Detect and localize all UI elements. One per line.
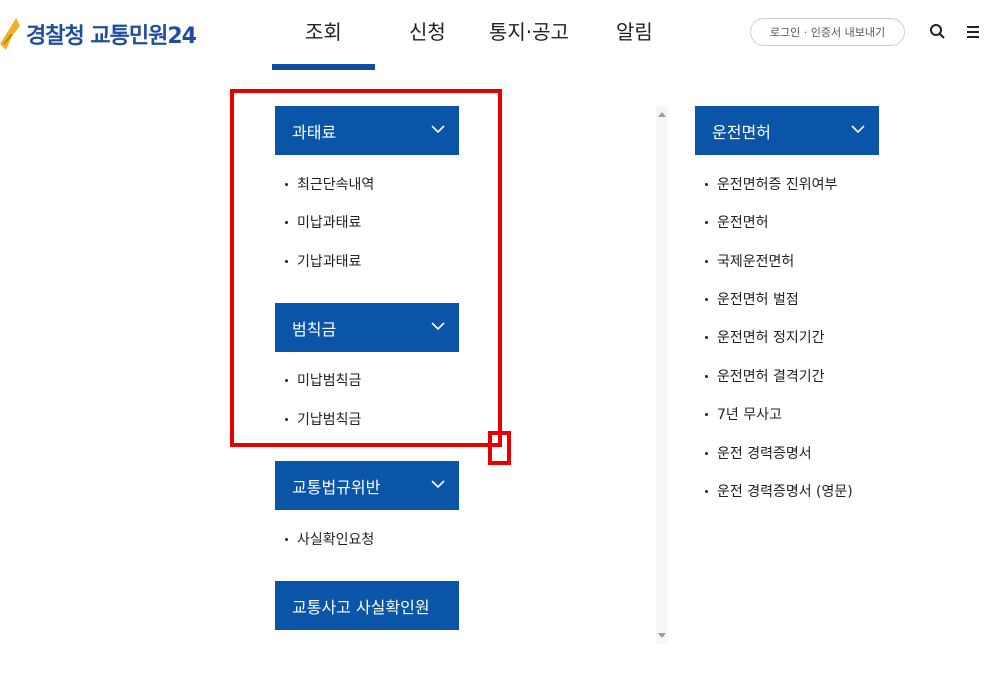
nav-item-notice[interactable]: 통지·공고: [489, 16, 569, 45]
bullet: [705, 412, 708, 416]
menu-link-suspension-period[interactable]: 운전면허 정지기간: [705, 327, 825, 347]
category-accident-title: 교통사고 사실확인원: [292, 597, 430, 617]
link-label: 운전면허 정지기간: [717, 330, 825, 346]
menu-link-driving-record[interactable]: 운전 경력증명서: [705, 443, 812, 463]
link-label: 국제운전면허: [717, 254, 795, 270]
category-license-header[interactable]: 운전면허: [695, 106, 879, 155]
hamburger-icon[interactable]: [965, 24, 981, 40]
menu-link-license-points[interactable]: 운전면허 벌점: [705, 289, 799, 309]
bullet: [285, 537, 288, 541]
nav-item-apply[interactable]: 신청: [409, 16, 446, 45]
category-accident-header[interactable]: 교통사고 사실확인원: [275, 581, 459, 630]
scroll-down-icon[interactable]: [657, 630, 667, 640]
search-icon[interactable]: [928, 22, 948, 42]
menu-link-intl-license[interactable]: 국제운전면허: [705, 251, 794, 271]
menu-link-license-authenticity[interactable]: 운전면허증 진위여부: [705, 174, 837, 194]
chevron-down-icon: [431, 480, 445, 489]
link-label: 운전 경력증명서 (영문): [717, 484, 853, 500]
site-logo[interactable]: 경찰청 교통민원24: [0, 14, 197, 54]
nav-item-alert[interactable]: 알림: [616, 16, 653, 45]
nav-item-lookup[interactable]: 조회: [305, 16, 342, 45]
chevron-down-icon: [851, 125, 865, 134]
highlight-marker: [488, 431, 511, 465]
category-license-title: 운전면허: [712, 122, 771, 142]
bullet: [705, 220, 708, 224]
police-emblem-icon: [0, 18, 20, 50]
bullet: [705, 374, 708, 378]
bullet: [705, 297, 708, 301]
link-label: 운전면허 벌점: [717, 292, 799, 308]
category-violation-header[interactable]: 교통법규위반: [275, 461, 459, 510]
bullet: [705, 182, 708, 186]
category-violation-title: 교통법규위반: [292, 477, 381, 497]
link-label: 사실확인요청: [297, 532, 375, 548]
menu-link-accident-free[interactable]: 7년 무사고: [705, 404, 782, 424]
login-button[interactable]: 로그인 · 인증서 내보내기: [750, 18, 905, 46]
logo-text: 경찰청 교통민원24: [26, 24, 197, 49]
menu-link-driving-record-en[interactable]: 운전 경력증명서 (영문): [705, 481, 853, 501]
bullet: [705, 259, 708, 263]
link-label: 운전면허: [717, 215, 769, 231]
menu-link-license[interactable]: 운전면허: [705, 212, 769, 232]
bullet: [705, 451, 708, 455]
bullet: [705, 335, 708, 339]
scrollbar[interactable]: [656, 106, 668, 644]
highlight-box: [230, 89, 502, 447]
scroll-up-icon[interactable]: [657, 110, 667, 120]
nav-active-indicator: [272, 64, 375, 70]
menu-link-disqualification-period[interactable]: 운전면허 결격기간: [705, 366, 825, 386]
link-label: 운전면허 결격기간: [717, 369, 825, 385]
link-label: 운전면허증 진위여부: [717, 177, 838, 193]
link-label: 운전 경력증명서: [717, 446, 812, 462]
menu-link-fact-check-request[interactable]: 사실확인요청: [285, 529, 374, 549]
link-label: 7년 무사고: [717, 407, 782, 423]
bullet: [705, 489, 708, 493]
